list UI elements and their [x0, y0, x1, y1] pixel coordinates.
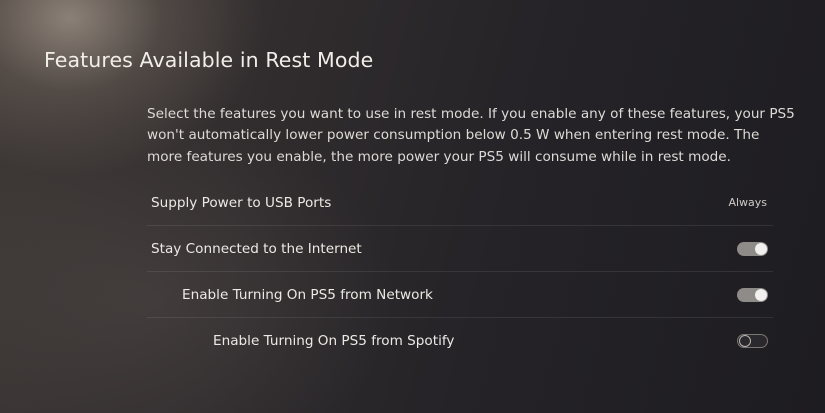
toggle-switch[interactable] — [737, 334, 768, 348]
setting-label: Stay Connected to the Internet — [151, 240, 362, 257]
rest-mode-settings-screen: Features Available in Rest Mode Select t… — [0, 0, 825, 413]
setting-supply-power-usb[interactable]: Supply Power to USB Ports Always — [147, 180, 773, 226]
toggle-knob — [739, 335, 751, 347]
setting-value: Always — [728, 196, 767, 209]
setting-label: Enable Turning On PS5 from Spotify — [213, 333, 455, 349]
page-description: Select the features you want to use in r… — [147, 105, 795, 165]
toggle-knob — [755, 288, 767, 301]
setting-label: Enable Turning On PS5 from Network — [182, 286, 433, 303]
page-title: Features Available in Rest Mode — [44, 47, 374, 72]
toggle-switch[interactable] — [737, 287, 768, 302]
setting-label: Supply Power to USB Ports — [151, 194, 332, 211]
setting-enable-turning-on-network[interactable]: Enable Turning On PS5 from Network — [147, 272, 773, 318]
settings-list: Supply Power to USB Ports Always Stay Co… — [147, 180, 773, 364]
setting-enable-turning-on-spotify[interactable]: Enable Turning On PS5 from Spotify — [147, 318, 773, 364]
toggle-knob — [755, 242, 767, 255]
setting-stay-connected-internet[interactable]: Stay Connected to the Internet — [147, 226, 773, 272]
toggle-switch[interactable] — [737, 241, 768, 256]
